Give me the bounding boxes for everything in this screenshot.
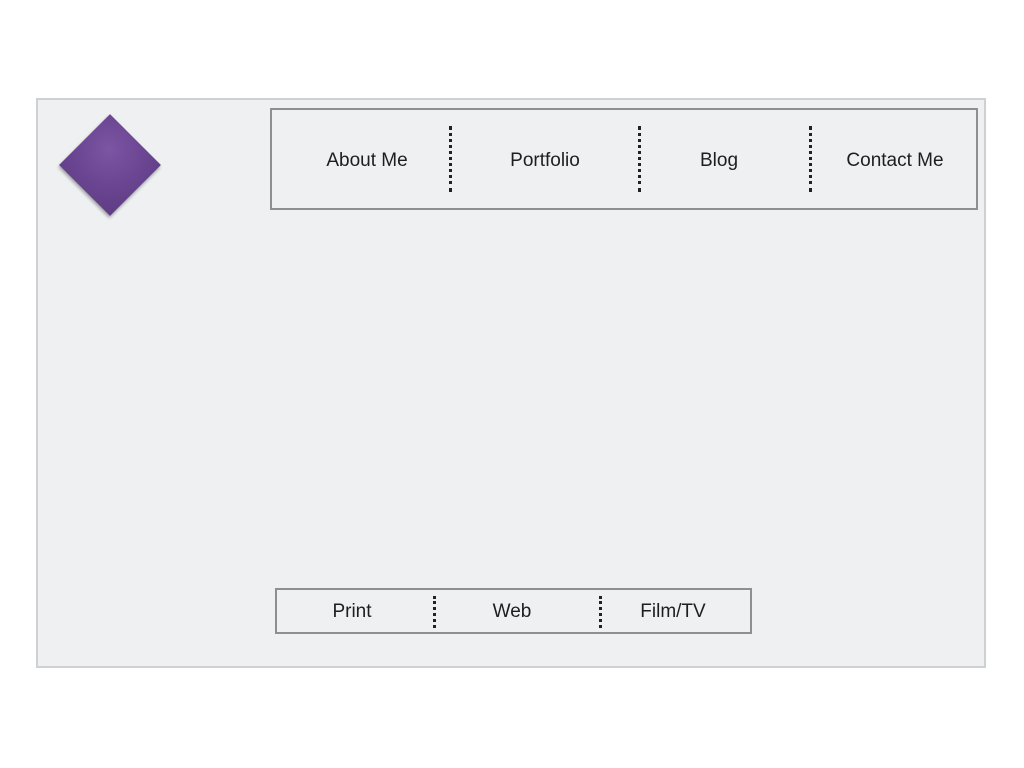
main-nav: About Me Portfolio Blog Contact Me [270, 108, 978, 210]
subnav-separator [433, 596, 436, 628]
subnav-item-film-tv[interactable]: Film/TV [629, 590, 717, 632]
subnav-separator [599, 596, 602, 628]
nav-separator [638, 126, 641, 192]
portfolio-subnav: Print Web Film/TV [275, 588, 752, 634]
nav-item-about-me[interactable]: About Me [312, 110, 422, 208]
nav-item-portfolio[interactable]: Portfolio [492, 110, 598, 208]
subnav-item-web[interactable]: Web [477, 590, 547, 632]
nav-item-blog[interactable]: Blog [682, 110, 756, 208]
subnav-item-print[interactable]: Print [315, 590, 389, 632]
nav-item-contact-me[interactable]: Contact Me [838, 110, 952, 208]
nav-separator [449, 126, 452, 192]
nav-separator [809, 126, 812, 192]
